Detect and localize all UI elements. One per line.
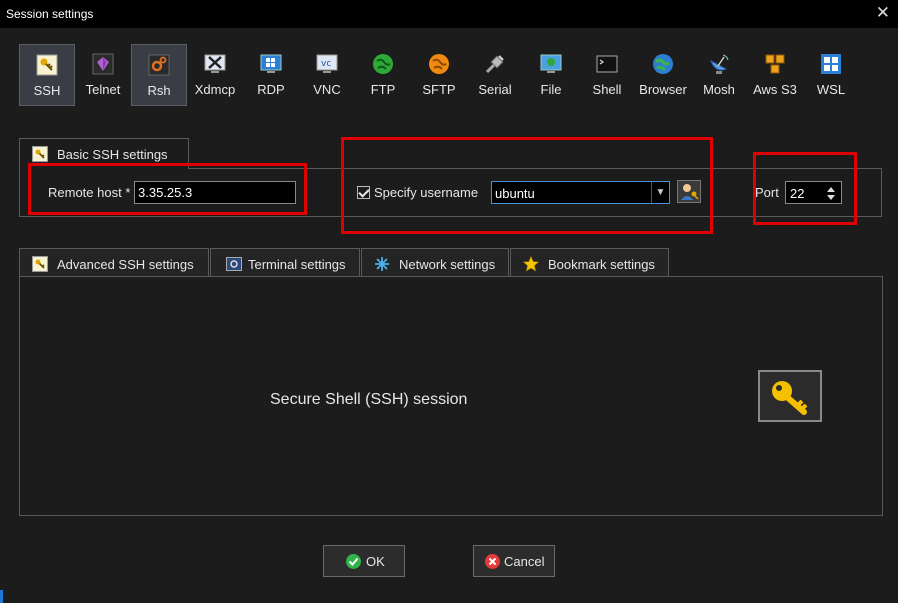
session-type-rsh[interactable]: Rsh xyxy=(131,44,187,106)
session-type-browser[interactable]: Browser xyxy=(635,44,691,106)
network-icon xyxy=(375,257,389,271)
specify-username-label: Specify username xyxy=(374,185,479,200)
session-type-label: Rsh xyxy=(147,83,171,98)
port-label: Port xyxy=(755,185,779,200)
username-value: ubuntu xyxy=(495,186,535,201)
session-type-aws-s3[interactable]: Aws S3 xyxy=(747,44,803,106)
title-bar: Session settings ✕ xyxy=(0,0,898,28)
session-type-label: Browser xyxy=(639,82,687,97)
session-type-label: Mosh xyxy=(703,82,735,97)
remote-host-label: Remote host * xyxy=(48,185,131,200)
session-type-ftp[interactable]: FTP xyxy=(355,44,411,106)
tab-label: Basic SSH settings xyxy=(57,147,168,162)
tab-advanced-ssh-settings[interactable]: Advanced SSH settings xyxy=(19,248,209,278)
session-type-label: VNC xyxy=(313,82,341,97)
satellite-dish-icon xyxy=(709,54,729,74)
session-type-file[interactable]: File xyxy=(523,44,579,106)
windows-logo-icon xyxy=(821,54,841,74)
key-icon xyxy=(36,54,58,76)
cancel-button[interactable]: Cancel xyxy=(473,545,555,577)
aws-cubes-icon xyxy=(765,54,785,74)
globe-green-icon xyxy=(373,54,393,74)
session-type-label: Serial xyxy=(478,82,512,97)
session-type-label: Aws S3 xyxy=(753,82,797,97)
remote-host-input[interactable]: 3.35.25.3 xyxy=(134,181,296,204)
x-display-icon xyxy=(204,54,226,73)
port-spinner[interactable]: 22 xyxy=(785,181,842,204)
tab-label: Bookmark settings xyxy=(548,257,655,272)
session-type-telnet[interactable]: Telnet xyxy=(75,44,131,106)
username-combo[interactable]: ubuntu ▼ xyxy=(491,181,670,204)
session-type-vnc[interactable]: vc VNC xyxy=(299,44,355,106)
session-type-label: WSL xyxy=(816,82,846,97)
tab-bookmark-settings[interactable]: Bookmark settings xyxy=(510,248,669,278)
tab-label: Advanced SSH settings xyxy=(57,257,194,272)
tab-network-settings[interactable]: Network settings xyxy=(361,248,509,278)
terminal-icon xyxy=(596,55,618,73)
vnc-monitor-icon: vc xyxy=(316,54,338,73)
tab-label: Network settings xyxy=(399,257,496,272)
session-type-label: File xyxy=(540,82,562,97)
svg-text:vc: vc xyxy=(321,59,331,69)
terminal-settings-icon xyxy=(226,257,242,271)
ok-button[interactable]: OK xyxy=(323,545,405,577)
gem-icon xyxy=(92,53,114,75)
session-type-label: Shell xyxy=(592,82,622,97)
globe-orange-icon xyxy=(429,54,449,74)
tab-terminal-settings[interactable]: Terminal settings xyxy=(210,248,360,278)
tab-basic-ssh-settings[interactable]: Basic SSH settings xyxy=(19,138,189,169)
session-type-wsl[interactable]: WSL xyxy=(803,44,859,106)
tab-label: Terminal settings xyxy=(248,257,346,272)
check-icon xyxy=(346,554,361,569)
key-icon xyxy=(32,256,48,272)
specify-username-checkbox[interactable] xyxy=(357,186,370,199)
star-icon xyxy=(523,256,539,272)
session-type-label: SSH xyxy=(33,83,61,98)
background-window-edge xyxy=(0,590,3,603)
session-type-label: Xdmcp xyxy=(194,82,236,97)
session-type-rdp[interactable]: RDP xyxy=(243,44,299,106)
port-value: 22 xyxy=(790,186,805,201)
session-type-label: RDP xyxy=(257,82,285,97)
key-icon xyxy=(772,381,808,415)
session-type-label: SFTP xyxy=(422,82,456,97)
session-description: Secure Shell (SSH) session xyxy=(270,391,468,408)
session-type-label: Telnet xyxy=(85,82,121,97)
session-type-shell[interactable]: Shell xyxy=(579,44,635,106)
session-type-ssh[interactable]: SSH xyxy=(19,44,75,106)
cancel-label: Cancel xyxy=(504,554,545,569)
spinner-down-icon[interactable] xyxy=(827,195,835,200)
session-type-serial[interactable]: Serial xyxy=(467,44,523,106)
cancel-icon xyxy=(485,554,500,569)
windows-monitor-icon xyxy=(260,54,282,73)
session-key-icon-box xyxy=(758,370,822,422)
globe-blue-icon xyxy=(653,54,673,74)
session-type-sftp[interactable]: SFTP xyxy=(411,44,467,106)
close-icon[interactable]: ✕ xyxy=(876,4,890,22)
session-type-xdmcp[interactable]: Xdmcp xyxy=(187,44,243,106)
chevron-down-icon[interactable]: ▼ xyxy=(651,182,669,203)
plug-icon xyxy=(485,55,504,74)
ok-label: OK xyxy=(366,554,385,569)
file-monitor-icon xyxy=(540,54,562,73)
user-key-icon xyxy=(681,184,699,200)
key-icon xyxy=(32,146,48,162)
window-title: Session settings xyxy=(6,7,94,21)
spinner-up-icon[interactable] xyxy=(827,187,835,192)
user-manager-button[interactable] xyxy=(677,180,701,203)
session-type-label: FTP xyxy=(370,82,396,97)
session-type-mosh[interactable]: Mosh xyxy=(691,44,747,106)
gear-icon xyxy=(148,54,170,76)
